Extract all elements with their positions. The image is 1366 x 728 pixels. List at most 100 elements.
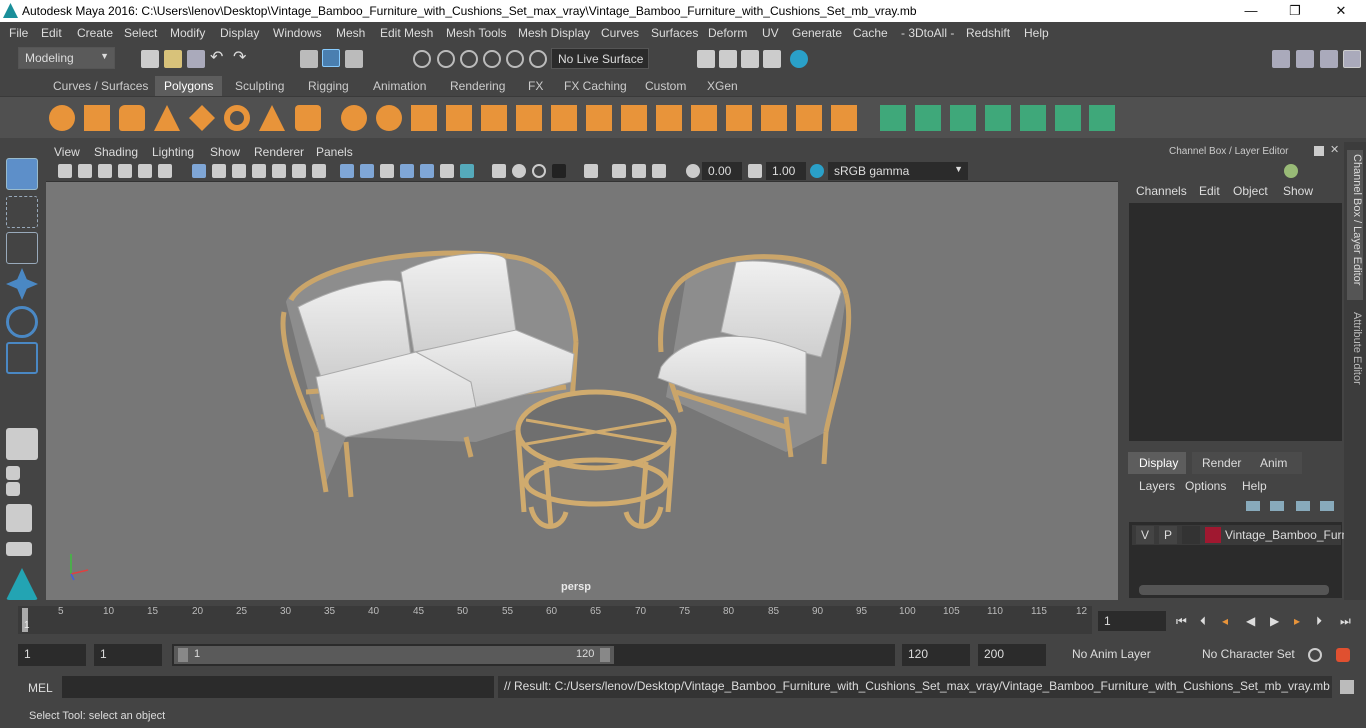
- move-layer-up-icon[interactable]: [1246, 501, 1260, 511]
- lasso-tool-icon[interactable]: [6, 196, 38, 228]
- gamma-field[interactable]: 1.00: [766, 162, 806, 180]
- new-scene-icon[interactable]: [141, 50, 159, 68]
- tab-animation[interactable]: Animation: [364, 76, 435, 96]
- toggle-attribute-editor-icon[interactable]: [1296, 50, 1314, 68]
- poly-plane-icon[interactable]: [189, 105, 215, 131]
- menu-mesh-display[interactable]: Mesh Display: [518, 26, 590, 40]
- move-tool-icon[interactable]: [6, 268, 38, 300]
- tab-fx-caching[interactable]: FX Caching: [555, 76, 636, 96]
- start-time-field[interactable]: 1: [18, 644, 86, 666]
- screen-space-ao-icon[interactable]: [492, 164, 506, 178]
- play-backward-icon[interactable]: ◀: [1246, 614, 1260, 628]
- xray-icon[interactable]: [420, 164, 434, 178]
- new-layer-selected-icon[interactable]: [1320, 501, 1334, 511]
- four-pane-layout-icon[interactable]: [6, 466, 20, 480]
- paint-select-tool-icon[interactable]: [6, 232, 38, 264]
- snap-surface-icon[interactable]: [506, 50, 524, 68]
- toggle-tool-settings-icon[interactable]: [1320, 50, 1338, 68]
- extrude-icon[interactable]: [586, 105, 612, 131]
- poly-torus-icon[interactable]: [224, 105, 250, 131]
- bookmark-icon[interactable]: [98, 164, 112, 178]
- textured-icon[interactable]: [400, 164, 414, 178]
- snap-view-icon[interactable]: [483, 50, 501, 68]
- side-tab-attribute-editor[interactable]: Attribute Editor: [1347, 310, 1363, 400]
- range-start-handle[interactable]: [178, 648, 188, 662]
- gamma-icon[interactable]: [748, 164, 762, 178]
- xray-joints-icon[interactable]: [612, 164, 626, 178]
- menu-windows[interactable]: Windows: [273, 26, 322, 40]
- menu-generate[interactable]: Generate: [792, 26, 842, 40]
- move-layer-down-icon[interactable]: [1270, 501, 1284, 511]
- menu-help[interactable]: Help: [1024, 26, 1049, 40]
- merge-icon[interactable]: [726, 105, 752, 131]
- layer-menu-layers[interactable]: Layers: [1139, 479, 1175, 493]
- snap-grid-icon[interactable]: [413, 50, 431, 68]
- depth-of-field-icon[interactable]: [552, 164, 566, 178]
- restore-button[interactable]: ❐: [1272, 0, 1318, 22]
- new-layer-icon[interactable]: [1296, 501, 1310, 511]
- exposure-field[interactable]: 0.00: [702, 162, 742, 180]
- playback-end-field[interactable]: 120: [902, 644, 970, 666]
- step-forward-frame-icon[interactable]: ▸: [1294, 614, 1308, 628]
- poly-pipe-icon[interactable]: [295, 105, 321, 131]
- menu-edit-mesh[interactable]: Edit Mesh: [380, 26, 433, 40]
- camera-select-icon[interactable]: [58, 164, 72, 178]
- multi-cut-icon[interactable]: [551, 105, 577, 131]
- save-scene-icon[interactable]: [187, 50, 205, 68]
- collapse-icon[interactable]: [831, 105, 857, 131]
- bevel-icon[interactable]: [656, 105, 682, 131]
- layer-display-type-toggle[interactable]: [1182, 526, 1200, 544]
- camera-attributes-icon[interactable]: [78, 164, 92, 178]
- cb-menu-channels[interactable]: Channels: [1136, 184, 1187, 198]
- grid-icon[interactable]: [192, 164, 206, 178]
- two-pane-layout-icon[interactable]: [6, 482, 20, 496]
- go-to-end-icon[interactable]: ⏭: [1340, 614, 1354, 628]
- menu-display[interactable]: Display: [220, 26, 259, 40]
- target-weld-icon[interactable]: [796, 105, 822, 131]
- select-component-icon[interactable]: [345, 50, 363, 68]
- menu-curves[interactable]: Curves: [601, 26, 639, 40]
- color-management-icon[interactable]: [810, 164, 824, 178]
- workspace-icon[interactable]: [1272, 50, 1290, 68]
- open-scene-icon[interactable]: [164, 50, 182, 68]
- float-panel-icon[interactable]: [1314, 146, 1324, 156]
- range-end-handle[interactable]: [600, 648, 610, 662]
- menu-surfaces[interactable]: Surfaces: [651, 26, 698, 40]
- range-slider-track[interactable]: 1 120: [172, 644, 895, 666]
- maya-home-icon[interactable]: [6, 568, 38, 600]
- single-pane-layout-icon[interactable]: [6, 428, 38, 460]
- auto-key-icon[interactable]: [1308, 648, 1322, 662]
- time-slider-track[interactable]: 1 5 10 15 20 25 30 35 40 45 50 55 60 65 …: [18, 606, 1092, 634]
- booleans-icon[interactable]: [516, 105, 542, 131]
- script-editor-icon[interactable]: [1340, 680, 1354, 694]
- select-hierarchy-icon[interactable]: [300, 50, 318, 68]
- tab-custom[interactable]: Custom: [636, 76, 695, 96]
- close-panel-icon[interactable]: ✕: [1330, 144, 1342, 156]
- reduce-icon[interactable]: [481, 105, 507, 131]
- menu-create[interactable]: Create: [77, 26, 113, 40]
- range-slider-bar[interactable]: 1 120: [174, 646, 614, 664]
- layer-visibility-toggle[interactable]: V: [1136, 526, 1154, 544]
- cb-menu-show[interactable]: Show: [1283, 184, 1313, 198]
- safe-area-icon[interactable]: [312, 164, 326, 178]
- layout-toggle-icon[interactable]: [6, 542, 32, 556]
- channel-list[interactable]: [1129, 203, 1342, 441]
- anti-aliasing-icon[interactable]: [532, 164, 546, 178]
- layer-menu-help[interactable]: Help: [1242, 479, 1267, 493]
- cb-menu-object[interactable]: Object: [1233, 184, 1268, 198]
- cylindrical-map-icon[interactable]: [915, 105, 941, 131]
- play-forward-icon[interactable]: ▶: [1270, 614, 1284, 628]
- use-all-lights-icon[interactable]: [440, 164, 454, 178]
- toggle-channel-box-icon[interactable]: [1343, 50, 1361, 68]
- spherical-map-icon[interactable]: [950, 105, 976, 131]
- tab-anim[interactable]: Anim: [1250, 452, 1302, 474]
- go-to-start-icon[interactable]: ⏮: [1176, 614, 1190, 628]
- ipr-render-icon[interactable]: [741, 50, 759, 68]
- layer-playback-toggle[interactable]: P: [1159, 526, 1177, 544]
- motion-blur-icon[interactable]: [512, 164, 526, 178]
- step-forward-key-icon[interactable]: ⏵: [1316, 614, 1330, 628]
- cb-menu-edit[interactable]: Edit: [1199, 184, 1220, 198]
- character-set-dropdown[interactable]: No Character Set: [1196, 644, 1298, 666]
- mel-label[interactable]: MEL: [28, 681, 53, 695]
- uv-editor-icon[interactable]: [1055, 105, 1081, 131]
